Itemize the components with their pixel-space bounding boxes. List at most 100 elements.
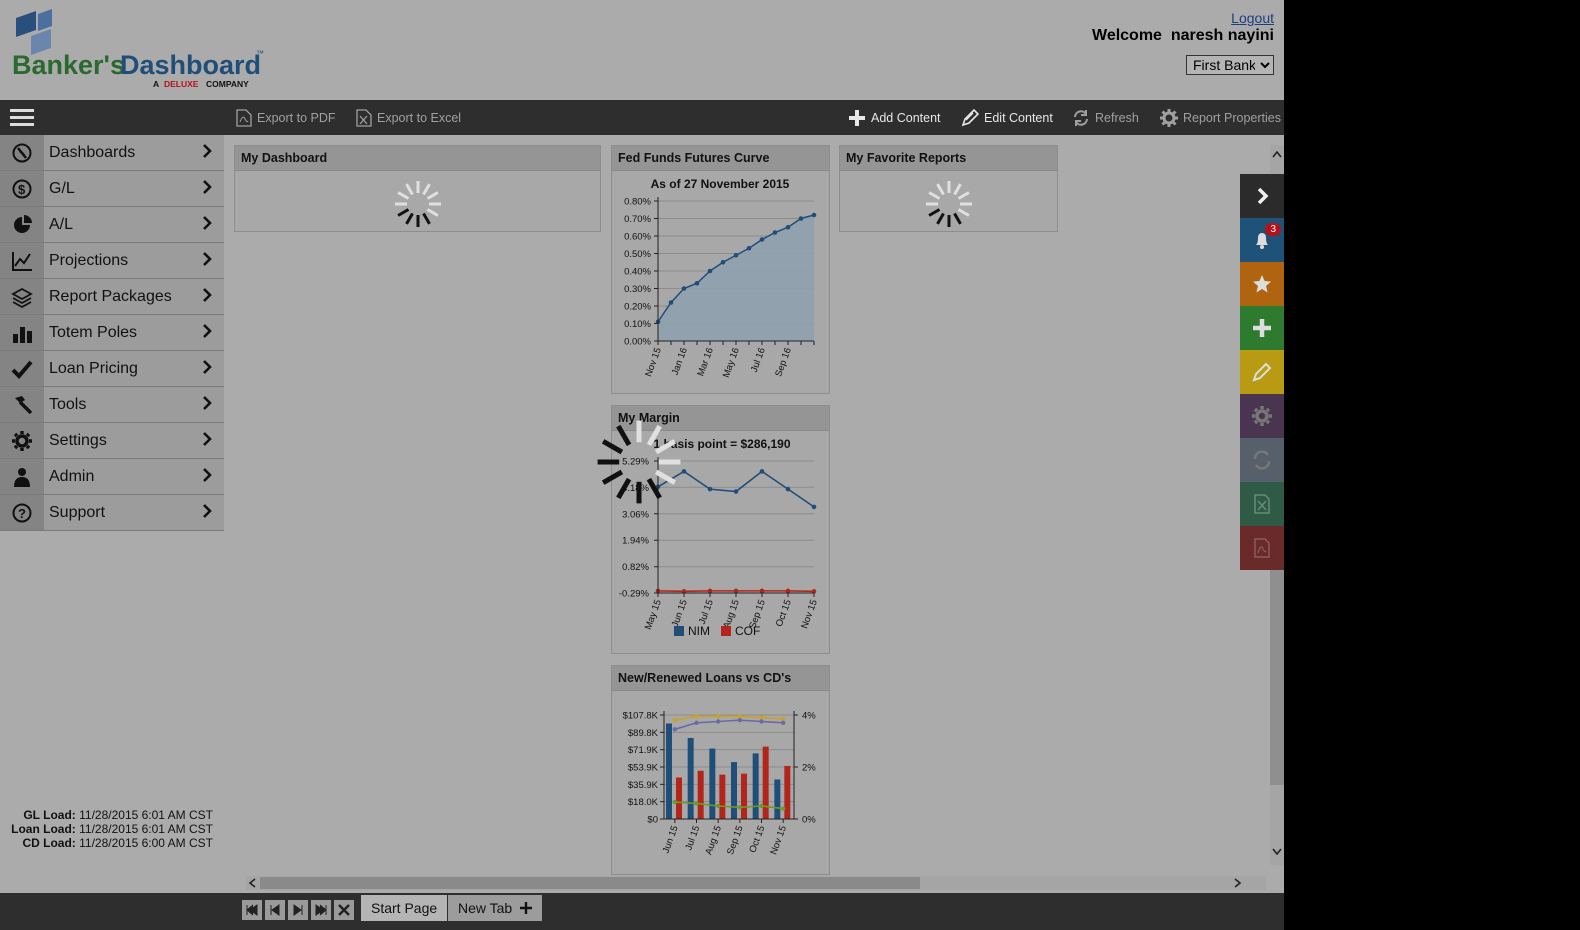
last-tab-button[interactable] [311, 900, 331, 920]
check-icon [0, 351, 44, 386]
settings-button[interactable] [1240, 394, 1284, 438]
logo-bankers-text: Banker's [12, 50, 125, 80]
hammer-icon [0, 387, 44, 422]
svg-text:$: $ [18, 182, 26, 197]
bar [784, 765, 791, 819]
sidebar-item-label: Support [49, 503, 106, 521]
edit-content-button[interactable]: Edit Content [961, 100, 1053, 135]
y-tick-label: 0.00% [624, 337, 651, 348]
x-tick-label: May 15 [643, 598, 664, 631]
previous-tab-button[interactable] [265, 900, 285, 920]
y-tick-label: 0.20% [624, 302, 651, 313]
export-pdf-label: Export to PDF [257, 110, 336, 125]
edit-content-label: Edit Content [984, 110, 1053, 125]
tab-new-tab[interactable]: New Tab [448, 895, 543, 921]
x-tick-label: Jun 15 [670, 598, 690, 629]
layers-icon [0, 279, 44, 314]
data-point [694, 801, 699, 806]
y-tick-label: $18.0K [628, 797, 659, 808]
y-tick-label: $53.9K [628, 763, 659, 774]
chevron-right-icon [1257, 187, 1269, 205]
bank-select[interactable]: First Bank [1186, 55, 1274, 75]
chevron-right-icon [202, 288, 224, 305]
legend-swatch [721, 626, 731, 636]
tab-start-page[interactable]: Start Page [361, 895, 448, 921]
close-icon [338, 904, 350, 916]
chevron-right-icon [202, 504, 224, 521]
fed-funds-chart: As of 27 November 2015 0.00% 0.10% 0.20% 0.3… [624, 177, 817, 379]
pdf-file-icon [1254, 538, 1270, 558]
pdf-file-icon [236, 108, 252, 127]
vertical-scroll-thumb[interactable] [1270, 555, 1284, 785]
sidebar-item-settings[interactable]: Settings [0, 423, 224, 459]
add-content-label: Add Content [871, 110, 941, 125]
plus-icon [849, 109, 865, 126]
question-icon: ? [0, 495, 44, 530]
sidebar-item-projections[interactable]: Projections [0, 243, 224, 279]
sidebar-item-label: Dashboards [49, 143, 136, 161]
sidebar-item-admin[interactable]: Admin [0, 459, 224, 495]
data-point [720, 259, 726, 265]
x-tick-label: Jun 15 [661, 824, 681, 855]
data-point [780, 720, 786, 725]
export-pdf-button[interactable] [1240, 526, 1284, 570]
sidebar-item-totem-poles[interactable]: Totem Poles [0, 315, 224, 351]
report-properties-button[interactable]: Report Properties [1160, 100, 1281, 135]
add-content-button[interactable]: Add Content [848, 100, 941, 135]
x-tick-label: Jul 15 [683, 824, 702, 852]
close-tab-button[interactable] [334, 900, 354, 920]
favorites-button[interactable] [1240, 262, 1284, 306]
add-content-button[interactable] [1240, 306, 1284, 350]
plus-icon[interactable] [520, 902, 533, 914]
data-point [715, 803, 721, 809]
first-tab-button[interactable] [242, 900, 262, 920]
y-tick-label: 0.50% [624, 249, 651, 260]
horizontal-scrollbar[interactable] [246, 876, 1266, 890]
scroll-right-icon[interactable] [1230, 876, 1244, 890]
scroll-up-icon[interactable] [1270, 147, 1284, 161]
sidebar-item-loan-pricing[interactable]: Loan Pricing [0, 351, 224, 387]
refresh-button[interactable]: Refresh [1072, 100, 1139, 135]
menu-icon[interactable] [10, 109, 34, 127]
export-excel-button[interactable]: Export to Excel [356, 100, 461, 135]
sidebar-item-tools[interactable]: Tools [0, 387, 224, 423]
bar [752, 753, 759, 819]
y-tick-label: 0.40% [624, 267, 651, 278]
y-tick-label: 0.70% [624, 214, 651, 225]
export-pdf-button[interactable]: Export to PDF [236, 100, 336, 135]
horizontal-scroll-thumb[interactable] [260, 877, 920, 889]
chevron-right-icon [202, 324, 224, 341]
person-icon [0, 459, 44, 494]
sidebar-item-report-packages[interactable]: Report Packages [0, 279, 224, 315]
y-tick-label: 1.94% [622, 536, 649, 547]
data-point [737, 714, 743, 719]
data-point [772, 230, 778, 235]
data-point [811, 504, 817, 510]
scroll-left-icon[interactable] [246, 876, 260, 890]
sidebar-item-support[interactable]: ? Support [0, 495, 224, 531]
next-tab-button[interactable] [288, 900, 308, 920]
refresh-icon [1253, 450, 1271, 470]
logout-link[interactable]: Logout [1231, 10, 1274, 26]
fed-funds-panel: Fed Funds Futures Curve As of 27 Novembe… [611, 145, 830, 394]
data-point [759, 803, 764, 809]
notifications-button[interactable]: 3 [1240, 218, 1284, 262]
data-point [694, 280, 700, 286]
data-point [672, 727, 678, 732]
refresh-button[interactable] [1240, 438, 1284, 482]
sidebar-item-a-l[interactable]: A/L [0, 207, 224, 243]
x-tick-label: Oct 15 [747, 824, 767, 854]
expand-panel-button[interactable] [1240, 174, 1284, 218]
data-point [785, 486, 791, 492]
data-point [694, 720, 699, 725]
sidebar-item-g-l[interactable]: $ G/L [0, 171, 224, 207]
data-point [733, 588, 739, 594]
chevron-right-icon [202, 432, 224, 449]
scroll-down-icon[interactable] [1270, 845, 1284, 859]
sidebar-item-label: Totem Poles [49, 323, 138, 341]
sidebar-item-dashboards[interactable]: Dashboards [0, 135, 224, 171]
bar [719, 774, 726, 819]
bar [741, 773, 747, 819]
edit-content-button[interactable] [1240, 350, 1284, 394]
export-excel-button[interactable] [1240, 482, 1284, 526]
